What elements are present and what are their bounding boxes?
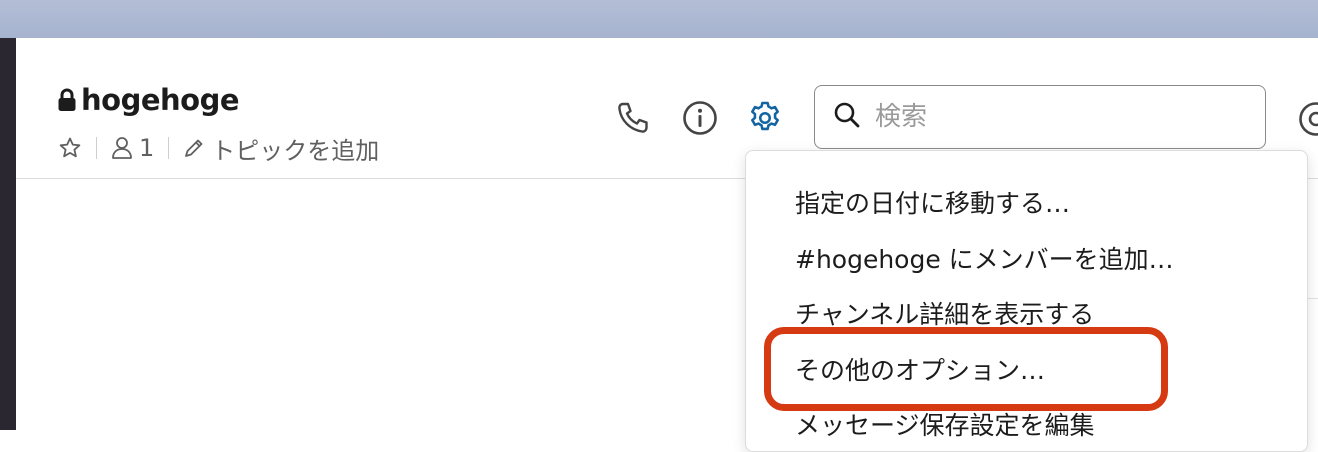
menu-item-add-members[interactable]: #hogehoge にメンバーを追加… xyxy=(795,240,1174,280)
menu-item-view-channel-details[interactable]: チャンネル詳細を表示する xyxy=(795,295,1094,335)
search-field[interactable] xyxy=(814,85,1266,149)
channel-header-title[interactable]: hogehoge xyxy=(57,82,239,118)
menu-item-edit-retention[interactable]: メッセージ保存設定を編集 xyxy=(795,406,1095,446)
info-icon xyxy=(682,100,718,136)
channel-settings-button[interactable] xyxy=(746,99,784,137)
channel-name: hogehoge xyxy=(81,83,239,117)
more-options-icon[interactable] xyxy=(1296,99,1318,139)
channel-meta-row: 1 トピックを追加 xyxy=(58,132,379,164)
meta-separator xyxy=(96,137,97,159)
search-icon xyxy=(833,101,861,133)
channel-settings-menu: 指定の日付に移動する… #hogehoge にメンバーを追加… チャンネル詳細を… xyxy=(745,150,1308,452)
meta-separator xyxy=(168,137,169,159)
search-input[interactable] xyxy=(873,101,1237,133)
star-icon xyxy=(58,136,82,160)
member-count-button[interactable]: 1 xyxy=(111,134,154,162)
menu-item-other-options[interactable]: その他のオプション… xyxy=(795,351,1045,391)
add-topic-button[interactable]: トピックを追加 xyxy=(183,131,379,166)
window-frame-top xyxy=(0,0,1318,38)
lock-icon xyxy=(57,88,77,112)
person-icon xyxy=(111,136,133,160)
member-count: 1 xyxy=(139,134,154,162)
gear-icon xyxy=(746,99,784,137)
add-topic-label: トピックを追加 xyxy=(211,131,379,166)
menu-item-jump-to-date[interactable]: 指定の日付に移動する… xyxy=(795,184,1070,224)
channel-info-button[interactable] xyxy=(681,99,719,137)
pencil-icon xyxy=(183,137,205,159)
star-button[interactable] xyxy=(58,136,82,160)
phone-icon xyxy=(615,100,651,136)
call-button[interactable] xyxy=(614,99,652,137)
workspace-sidebar-edge xyxy=(0,38,16,430)
